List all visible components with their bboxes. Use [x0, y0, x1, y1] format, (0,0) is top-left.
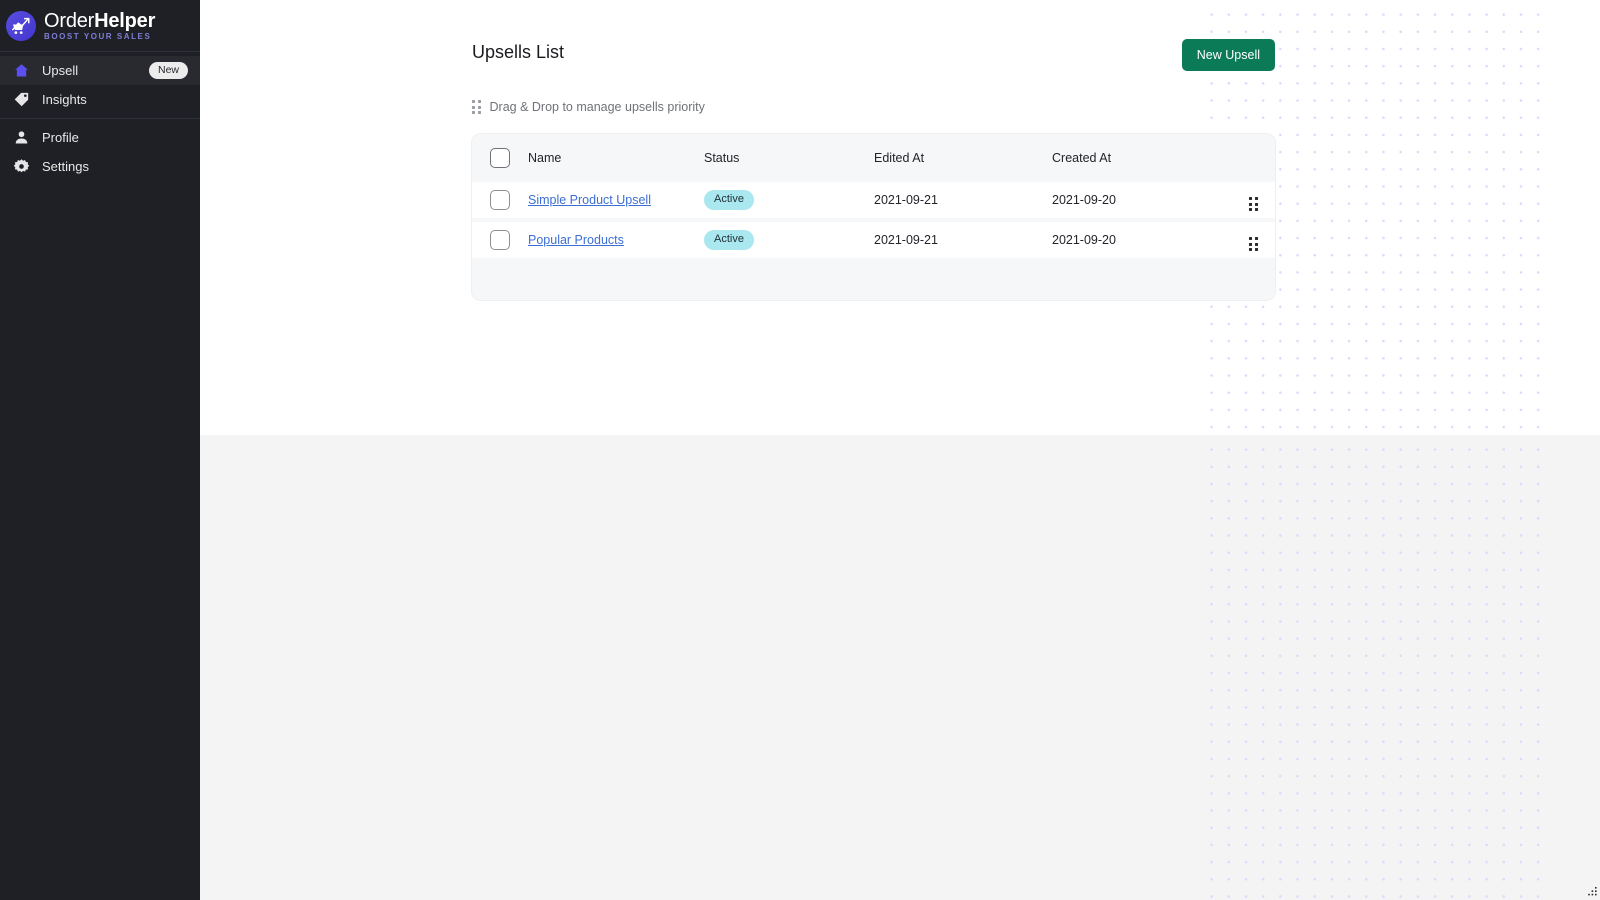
- row-status-cell: Active: [704, 220, 874, 258]
- user-icon: [10, 129, 32, 146]
- home-icon: [10, 62, 32, 79]
- row-name-cell: Simple Product Upsell: [528, 182, 704, 220]
- row-checkbox[interactable]: [490, 230, 510, 250]
- sidebar-item-settings-label: Settings: [42, 159, 89, 174]
- drag-dots-icon[interactable]: [1249, 237, 1258, 251]
- row-select-cell: [472, 220, 528, 258]
- main-content: Upsells List New Upsell Drag & Drop to m…: [200, 0, 1600, 900]
- column-header-created-at[interactable]: Created At: [1052, 134, 1232, 182]
- status-badge: Active: [704, 190, 754, 210]
- tag-icon: [10, 91, 32, 108]
- content-container: Upsells List New Upsell Drag & Drop to m…: [200, 0, 1600, 300]
- upsells-table-card: Name Status Edited At Created At Simple …: [472, 134, 1275, 300]
- select-all-checkbox[interactable]: [490, 148, 510, 168]
- table-row[interactable]: Simple Product Upsell Active 2021-09-21 …: [472, 182, 1275, 220]
- sidebar-item-upsell-label: Upsell: [42, 63, 79, 78]
- sidebar-item-insights-label: Insights: [42, 92, 87, 107]
- drag-drop-hint-label: Drag & Drop to manage upsells priority: [489, 100, 705, 114]
- sidebar-item-settings[interactable]: Settings: [0, 152, 200, 181]
- column-header-name[interactable]: Name: [528, 134, 704, 182]
- app-root: OrderHelper BOOST YOUR SALES Upsell New: [0, 0, 1600, 900]
- status-badge: Active: [704, 230, 754, 250]
- drag-dots-icon[interactable]: [1249, 197, 1258, 211]
- page-header: Upsells List New Upsell: [472, 0, 1275, 71]
- column-header-status[interactable]: Status: [704, 134, 874, 182]
- table-row[interactable]: Popular Products Active 2021-09-21 2021-…: [472, 220, 1275, 258]
- window-resize-grip[interactable]: [1585, 885, 1598, 898]
- row-checkbox[interactable]: [490, 190, 510, 210]
- row-name-cell: Popular Products: [528, 220, 704, 258]
- gear-icon: [10, 158, 32, 175]
- page-title: Upsells List: [472, 42, 565, 62]
- drag-dots-icon: [472, 100, 481, 114]
- column-header-edited-at[interactable]: Edited At: [874, 134, 1052, 182]
- row-edited-at: 2021-09-21: [874, 233, 938, 247]
- brand-tagline: BOOST YOUR SALES: [44, 31, 152, 41]
- lower-background-band: [200, 435, 1600, 900]
- row-drag-cell[interactable]: [1232, 220, 1275, 258]
- sidebar-item-insights[interactable]: Insights: [0, 85, 200, 114]
- sidebar-item-profile[interactable]: Profile: [0, 123, 200, 152]
- dot-pattern-lower: [1200, 435, 1545, 900]
- sidebar-item-profile-label: Profile: [42, 130, 79, 145]
- sidebar-item-upsell-badge: New: [148, 62, 188, 79]
- brand-logo[interactable]: OrderHelper BOOST YOUR SALES: [0, 0, 200, 52]
- upsell-name-link[interactable]: Simple Product Upsell: [528, 193, 651, 207]
- sidebar: OrderHelper BOOST YOUR SALES Upsell New: [0, 0, 200, 900]
- sidebar-item-upsell[interactable]: Upsell New: [0, 56, 200, 85]
- row-created-at: 2021-09-20: [1052, 193, 1116, 207]
- select-all-header: [472, 134, 528, 182]
- upsells-table: Name Status Edited At Created At Simple …: [472, 134, 1275, 258]
- brand-name-light: Order: [44, 9, 95, 32]
- shopping-cart-growth-icon: [6, 10, 36, 41]
- table-header: Name Status Edited At Created At: [472, 134, 1275, 182]
- column-header-drag: [1232, 134, 1275, 182]
- brand-name: OrderHelper: [44, 11, 155, 31]
- row-edited-at: 2021-09-21: [874, 193, 938, 207]
- new-upsell-button[interactable]: New Upsell: [1181, 39, 1275, 71]
- table-header-row: Name Status Edited At Created At: [472, 134, 1275, 182]
- table-footer: [472, 258, 1275, 300]
- sidebar-nav-primary: Upsell New Insights: [0, 52, 200, 118]
- sidebar-nav-secondary: Profile Settings: [0, 118, 200, 185]
- table-body: Simple Product Upsell Active 2021-09-21 …: [472, 182, 1275, 258]
- row-select-cell: [472, 182, 528, 220]
- row-created-at: 2021-09-20: [1052, 233, 1116, 247]
- row-drag-cell[interactable]: [1232, 182, 1275, 220]
- row-status-cell: Active: [704, 182, 874, 220]
- drag-drop-hint: Drag & Drop to manage upsells priority: [472, 100, 1600, 114]
- upsell-name-link[interactable]: Popular Products: [528, 233, 624, 247]
- brand-name-bold: Helper: [94, 9, 156, 32]
